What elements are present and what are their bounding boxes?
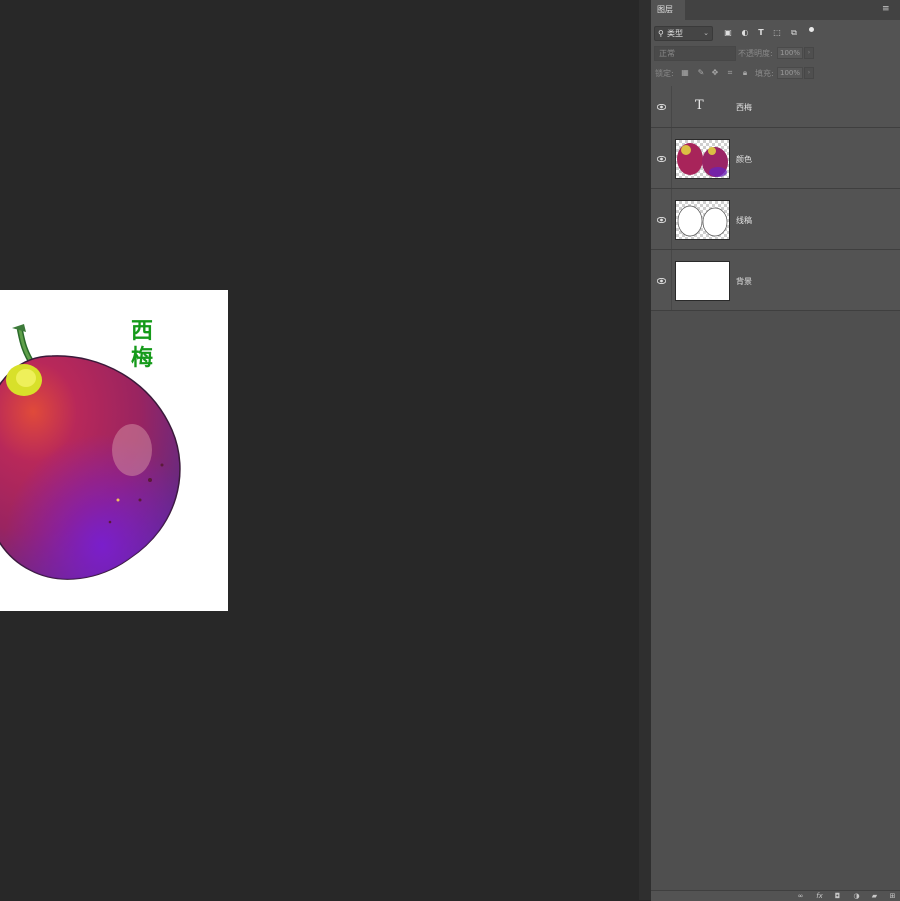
filter-row: ⚲ 类型 ⌄ ▣ ◐ T ⬚ ⧉: [651, 24, 900, 42]
layer-row-text[interactable]: T 西梅: [651, 86, 900, 128]
layer-row-lineart[interactable]: 线稿: [651, 189, 900, 250]
layer-thumbnail: [675, 139, 730, 179]
eye-icon[interactable]: [657, 156, 666, 162]
plum-thumbnail-icon: [677, 143, 728, 177]
filter-toggle[interactable]: [809, 27, 814, 32]
type-filter-icon[interactable]: T: [756, 28, 766, 38]
document-canvas[interactable]: [0, 290, 228, 611]
lock-position-icon[interactable]: ✥: [710, 68, 720, 78]
adjustment-filter-icon[interactable]: ◐: [740, 28, 750, 38]
layer-thumbnail: [675, 261, 730, 301]
layer-name[interactable]: 线稿: [736, 215, 752, 226]
text-layer-icon: T: [695, 98, 704, 113]
lock-transparency-icon[interactable]: ▦: [680, 68, 690, 78]
panel-tabbar: 图层 ≡: [651, 0, 900, 20]
layer-name[interactable]: 背景: [736, 276, 752, 287]
fill-dropdown-icon[interactable]: ›: [804, 67, 814, 79]
opacity-input[interactable]: 100%: [777, 47, 803, 59]
fill-label: 填充:: [755, 69, 774, 78]
lock-row: 锁定: ▦ ✎ ✥ ⌗ 🔒︎ 填充: 100% ›: [651, 64, 900, 82]
visibility-column: [651, 250, 672, 310]
layer-thumbnail: [675, 200, 730, 240]
lock-artboard-icon[interactable]: ⌗: [725, 68, 735, 78]
layers-panel: 图层 ≡ ⚲ 类型 ⌄ ▣ ◐ T ⬚ ⧉ 正常 不透明度: 100% › 锁定…: [651, 0, 900, 901]
layers-empty-area[interactable]: [651, 311, 900, 890]
layer-row-color[interactable]: 颜色: [651, 128, 900, 189]
tab-layers[interactable]: 图层: [651, 0, 685, 20]
panel-menu-icon[interactable]: ≡: [882, 4, 892, 14]
smart-object-filter-icon[interactable]: ⧉: [789, 28, 799, 38]
layer-name[interactable]: 颜色: [736, 154, 752, 165]
layers-list: T 西梅 颜色 线稿 背景: [651, 86, 900, 311]
opacity-label: 不透明度:: [738, 49, 773, 58]
eye-icon[interactable]: [657, 278, 666, 284]
blend-mode-select[interactable]: 正常: [654, 46, 736, 61]
visibility-column: [651, 86, 672, 127]
filter-kind-label: 类型: [667, 29, 683, 38]
panel-divider: [639, 0, 651, 900]
lock-all-icon[interactable]: 🔒︎: [740, 68, 750, 78]
plum-illustration: [0, 324, 181, 580]
layer-row-background[interactable]: 背景: [651, 250, 900, 311]
lock-pixels-icon[interactable]: ✎: [696, 68, 706, 78]
search-icon: ⚲: [658, 29, 664, 38]
eye-icon[interactable]: [657, 104, 666, 110]
visibility-column: [651, 128, 672, 188]
chevron-down-icon: ⌄: [703, 29, 709, 37]
canvas-area[interactable]: 西梅: [0, 0, 639, 900]
image-filter-icon[interactable]: ▣: [723, 28, 733, 38]
panel-bottom-bar: ∞ fx ◘ ◑ ▰ ⊞: [651, 890, 900, 901]
fill-input[interactable]: 100%: [777, 67, 803, 79]
layer-name[interactable]: 西梅: [736, 102, 752, 113]
opacity-dropdown-icon[interactable]: ›: [804, 47, 814, 59]
blend-row: 正常 不透明度: 100% ›: [651, 44, 900, 62]
lineart-thumbnail-icon: [677, 205, 728, 237]
lock-label: 锁定:: [655, 69, 674, 78]
filter-kind-select[interactable]: ⚲ 类型 ⌄: [654, 26, 713, 41]
document-title-text: 西梅: [131, 319, 154, 371]
shape-filter-icon[interactable]: ⬚: [772, 28, 782, 38]
visibility-column: [651, 189, 672, 249]
eye-icon[interactable]: [657, 217, 666, 223]
